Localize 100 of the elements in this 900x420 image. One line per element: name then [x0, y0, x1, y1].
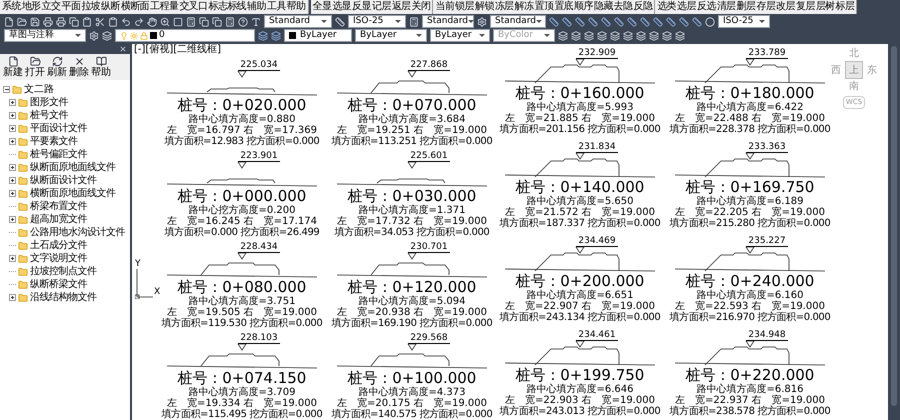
dimension-tool-icon[interactable]	[679, 16, 689, 26]
dimension-tool-icon[interactable]	[692, 16, 702, 26]
menu-item[interactable]: 去隐	[614, 1, 633, 13]
copy-icon[interactable]	[212, 16, 222, 26]
panel-tool-button[interactable]: 打开	[25, 56, 45, 78]
tree-item[interactable]: 纵断桥梁文件	[30, 277, 87, 292]
menu-item[interactable]: 删层	[736, 1, 756, 13]
tree-item[interactable]: 沿线结构物文件	[30, 290, 96, 305]
scissors-icon[interactable]	[95, 16, 105, 26]
hand-icon[interactable]	[147, 16, 157, 26]
save-icon[interactable]	[30, 16, 40, 26]
menu-item[interactable]: 纵断	[101, 1, 120, 13]
menu-item[interactable]: 标层	[836, 1, 854, 13]
menu-item[interactable]: 帮助	[286, 1, 306, 13]
tree-item[interactable]: 桩号文件	[30, 108, 68, 123]
layers-icon[interactable]	[102, 30, 112, 40]
leader-style-dropdown[interactable]: Standard	[490, 15, 546, 28]
expand-toggle-icon[interactable]	[9, 99, 16, 106]
tree-item[interactable]: 超高加宽文件	[30, 212, 87, 227]
tree-item[interactable]: 桩号偏距文件	[30, 147, 87, 162]
dimension-tool-icon[interactable]	[588, 16, 598, 26]
menu-item[interactable]: 全显	[312, 1, 332, 13]
layer-tool-icon[interactable]	[636, 30, 646, 40]
menu-item[interactable]: 复层	[796, 1, 815, 13]
menu-item[interactable]: 立交	[42, 1, 60, 13]
layers-icon[interactable]	[258, 30, 268, 40]
dimension-tool-icon[interactable]	[614, 16, 624, 26]
tree-item[interactable]: 文字说明文件	[30, 251, 87, 266]
expand-toggle-icon[interactable]	[9, 138, 16, 145]
dimension-style-dropdown[interactable]: ISO-25	[718, 15, 770, 28]
expand-toggle-icon[interactable]	[9, 190, 16, 197]
panel-tool-button[interactable]: 刷新	[47, 56, 67, 78]
settings-icon[interactable]	[89, 30, 99, 40]
help-icon[interactable]	[238, 16, 248, 26]
panel-tool-button[interactable]: 删除	[69, 56, 89, 78]
menu-item[interactable]: 层树	[816, 1, 835, 13]
printer-icon[interactable]	[43, 16, 53, 26]
menu-item[interactable]: 隐藏	[594, 1, 613, 13]
menu-item[interactable]: 清层	[716, 1, 736, 13]
menu-item[interactable]: 工程量	[150, 1, 178, 13]
menu-item[interactable]: 解锁	[475, 1, 494, 13]
tree-item[interactable]: 图形文件	[30, 95, 68, 110]
expand-toggle-icon[interactable]	[9, 294, 16, 301]
menu-item[interactable]: 选显	[332, 1, 352, 13]
viewport-label[interactable]: [-][俯视][二维线框]	[132, 44, 224, 56]
copy-icon[interactable]	[69, 16, 79, 26]
tree-item[interactable]: 公路用地水沟设计文件	[30, 225, 125, 240]
expand-toggle-icon[interactable]	[9, 177, 16, 184]
menu-item[interactable]: 系统	[2, 1, 21, 13]
panel-tool-button[interactable]: 帮助	[91, 56, 111, 78]
open-folder-icon[interactable]	[17, 16, 27, 26]
square-icon[interactable]	[173, 16, 183, 26]
tree-item[interactable]: 拉坡控制点文件	[30, 264, 96, 279]
expand-toggle-icon[interactable]	[9, 164, 16, 171]
tree-item[interactable]: 横断面原地面线文件	[30, 186, 116, 201]
menu-item[interactable]: 拉坡	[81, 1, 100, 13]
dimension-tool-icon[interactable]	[601, 16, 611, 26]
dim-style-icon[interactable]	[335, 16, 345, 26]
menu-item[interactable]: 置顶	[534, 1, 554, 13]
expand-toggle-icon[interactable]	[9, 255, 16, 262]
layer-tool-icon[interactable]	[584, 30, 594, 40]
dim-style-dropdown[interactable]: ISO-25	[348, 15, 406, 28]
menu-item[interactable]: 当前	[435, 1, 454, 13]
linetype-dropdown[interactable]: ByLayer	[355, 29, 427, 42]
menu-item[interactable]: 存层	[756, 1, 776, 13]
menu-item[interactable]: 选层	[677, 1, 696, 13]
menu-item[interactable]: 返层	[392, 1, 411, 13]
dimension-tool-icon[interactable]	[640, 16, 650, 26]
menu-item[interactable]: 关闭	[412, 1, 430, 13]
menu-item[interactable]: 平面	[61, 1, 80, 13]
dimension-tool-icon[interactable]	[562, 16, 572, 26]
menu-item[interactable]: 解冻	[514, 1, 534, 13]
clipboard-icon[interactable]	[108, 16, 118, 26]
menu-item[interactable]: 反显	[352, 1, 371, 13]
calculator-icon[interactable]	[186, 16, 196, 26]
tree-item[interactable]: 桥梁布置文件	[30, 199, 87, 214]
tree-item[interactable]: 平面设计文件	[30, 121, 87, 136]
menu-item[interactable]: 记层	[372, 1, 391, 13]
layer-dropdown[interactable]: 0	[115, 29, 255, 42]
menu-item[interactable]: 锁层	[455, 1, 474, 13]
collapse-toggle-icon[interactable]	[3, 86, 10, 93]
menu-item[interactable]: 标志标线	[208, 1, 246, 13]
layer-tool-icon[interactable]	[675, 30, 685, 40]
dimension-tool-icon[interactable]	[666, 16, 676, 26]
color-dropdown[interactable]: ByLayer	[284, 29, 352, 42]
calculator-icon[interactable]	[225, 16, 235, 26]
panel-tool-button[interactable]: 新建	[3, 56, 23, 78]
layer-tool-icon[interactable]	[662, 30, 672, 40]
tree-item[interactable]: 土石成分文件	[30, 238, 87, 253]
leader-style-icon[interactable]	[477, 16, 487, 26]
text-style-dropdown[interactable]: Standard	[264, 15, 332, 28]
menu-item[interactable]: 工具	[266, 1, 286, 13]
tree-item[interactable]: 平要素文件	[30, 134, 78, 149]
layer-tool-icon[interactable]	[649, 30, 659, 40]
workspace-dropdown[interactable]: 草图与注释	[4, 29, 86, 42]
layer-tool-icon[interactable]	[571, 30, 581, 40]
expand-toggle-icon[interactable]	[9, 216, 16, 223]
layer-tool-icon[interactable]	[610, 30, 620, 40]
expand-toggle-icon[interactable]	[9, 125, 16, 132]
printer-icon[interactable]	[56, 16, 66, 26]
